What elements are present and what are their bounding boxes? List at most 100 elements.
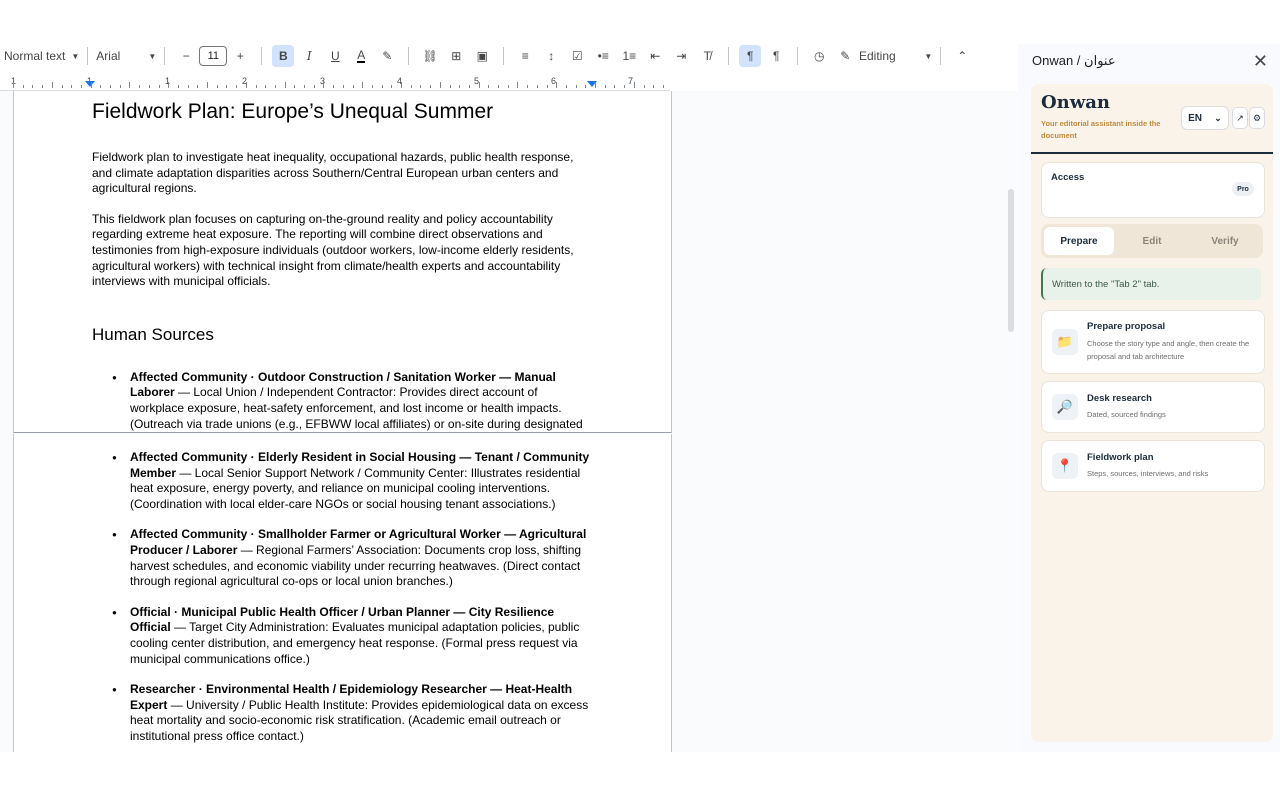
addon-body: Onwan Your editorial assistant inside th… (1031, 84, 1273, 742)
rtl-paragraph-icon[interactable]: ¶ (765, 45, 787, 67)
line-spacing-icon[interactable]: ↕ (540, 45, 562, 67)
ruler-tick (575, 85, 577, 88)
text-color-button[interactable]: A (350, 45, 372, 67)
tab-verify[interactable]: Verify (1190, 227, 1260, 255)
ruler-tick (323, 82, 325, 88)
paragraph-style-select[interactable]: Normal text ▼ (4, 49, 79, 63)
ruler-tick (245, 82, 247, 88)
ruler-tick (284, 82, 286, 88)
addon-side-panel: Onwan / عنوان ✕ Onwan Your editorial ass… (1018, 44, 1280, 752)
font-select[interactable]: Arial ▼ (96, 49, 156, 63)
ruler-tick (236, 85, 238, 88)
pencil-icon: ✎ (840, 49, 851, 63)
align-left-icon[interactable]: ≡ (514, 45, 536, 67)
highlight-pen-icon[interactable]: ✎ (376, 45, 398, 67)
ltr-paragraph-icon[interactable]: ¶ (739, 45, 762, 67)
divider (797, 47, 799, 65)
bold-button[interactable]: B (272, 45, 295, 67)
document-canvas[interactable]: Fieldwork Plan: Europe’s Unequal Summer … (0, 91, 1018, 752)
action-description: Dated, sourced findings (1087, 410, 1166, 419)
ruler-tick (187, 85, 189, 88)
ruler-tick (22, 85, 24, 88)
underline-button[interactable]: U (324, 45, 346, 67)
ruler-tick (119, 85, 121, 88)
ruler-tick (129, 82, 131, 88)
insert-link-icon[interactable]: ⛓ (419, 45, 441, 67)
divider (728, 47, 730, 65)
ruler[interactable]: 1 1 1 2 3 4 5 6 7 (0, 76, 670, 91)
source-detail: — Target City Administration: Evaluates … (130, 620, 580, 666)
fieldwork-plan-card[interactable]: 📍 Fieldwork plan Steps, sources, intervi… (1041, 440, 1265, 492)
editing-mode-select[interactable]: ✎ Editing ▼ (840, 49, 932, 63)
add-comment-icon[interactable]: ⊞ (445, 45, 467, 67)
clear-formatting-icon[interactable]: T̸ (696, 45, 718, 67)
ruler-tick (255, 85, 257, 88)
ruler-tick (226, 85, 228, 88)
action-title: Desk research (1087, 393, 1152, 404)
document-page[interactable]: Fieldwork Plan: Europe’s Unequal Summer … (13, 91, 672, 446)
bulleted-list-icon[interactable]: •≡ (592, 45, 614, 67)
access-card: Access Pro (1041, 162, 1265, 218)
ruler-tick (274, 85, 276, 88)
numbered-list-icon[interactable]: 1≡ (618, 45, 640, 67)
tab-edit[interactable]: Edit (1117, 227, 1187, 255)
ruler-tick (13, 82, 14, 88)
ruler-tick (313, 85, 315, 88)
checklist-icon[interactable]: ☑ (566, 45, 588, 67)
ruler-tick (333, 85, 335, 88)
divider (940, 47, 942, 65)
ruler-tick (216, 85, 218, 88)
ruler-tick (410, 85, 412, 88)
tagline: Your editorial assistant inside the docu… (1041, 119, 1161, 140)
section-heading: Human Sources (92, 324, 214, 344)
brand-logo: Onwan (1041, 92, 1111, 113)
language-select[interactable]: EN ⌄ (1181, 106, 1229, 130)
prepare-proposal-card[interactable]: 📁 Prepare proposal Choose the story type… (1041, 310, 1265, 374)
list-item: Affected Community · Elderly Resident in… (92, 450, 594, 512)
document-page[interactable]: Affected Community · Elderly Resident in… (13, 434, 672, 752)
paragraph-style-value: Normal text (4, 49, 66, 63)
history-icon[interactable]: ◷ (808, 45, 830, 67)
ruler-tick (430, 85, 432, 88)
formatting-toolbar: Normal text ▼ Arial ▼ − 11 + B I U A ✎ ⛓… (0, 44, 1010, 68)
ruler-tick (585, 85, 587, 88)
decrease-indent-icon[interactable]: ⇤ (644, 45, 666, 67)
ruler-tick (449, 85, 451, 88)
close-icon[interactable]: ✕ (1253, 52, 1268, 70)
divider (261, 47, 263, 65)
desk-research-card[interactable]: 🔎 Desk research Dated, sourced findings (1041, 381, 1265, 433)
folder-icon: 📁 (1052, 329, 1078, 355)
ruler-tick (177, 85, 179, 88)
divider (503, 47, 505, 65)
open-external-icon[interactable]: ↗ (1232, 107, 1248, 129)
sources-list: Affected Community · Elderly Resident in… (92, 450, 594, 745)
ruler-tick (371, 85, 373, 88)
italic-button[interactable]: I (298, 45, 320, 67)
increase-font-size-button[interactable]: + (229, 45, 251, 67)
ruler-tick (197, 85, 199, 88)
ruler-tick (459, 85, 461, 88)
access-label: Access (1051, 172, 1085, 183)
document-scrollbar[interactable] (1008, 189, 1014, 332)
decrease-font-size-button[interactable]: − (175, 45, 197, 67)
ruler-tick (468, 85, 470, 88)
ruler-tick (565, 85, 567, 88)
ruler-tick (110, 85, 111, 88)
tab-prepare[interactable]: Prepare (1044, 227, 1114, 255)
ruler-tick (100, 85, 102, 88)
collapse-menu-icon[interactable]: ⌃ (951, 45, 973, 67)
list-item: Researcher · Environmental Health / Epid… (92, 682, 594, 744)
ruler-tick (342, 85, 344, 88)
insert-image-icon[interactable]: ▣ (471, 45, 493, 67)
panel-title: Onwan / عنوان (1032, 53, 1116, 68)
increase-indent-icon[interactable]: ⇥ (670, 45, 692, 67)
action-description: Choose the story type and angle, then cr… (1087, 339, 1250, 361)
ruler-tick (352, 85, 354, 88)
language-value: EN (1188, 112, 1203, 124)
ruler-number: 7 (628, 76, 634, 86)
settings-icon[interactable]: ⚙ (1249, 107, 1265, 129)
ruler-tick (478, 82, 480, 88)
source-detail: — University / Public Health Institute: … (130, 697, 589, 743)
font-size-input[interactable]: 11 (199, 46, 228, 66)
ruler-tick (90, 82, 92, 88)
